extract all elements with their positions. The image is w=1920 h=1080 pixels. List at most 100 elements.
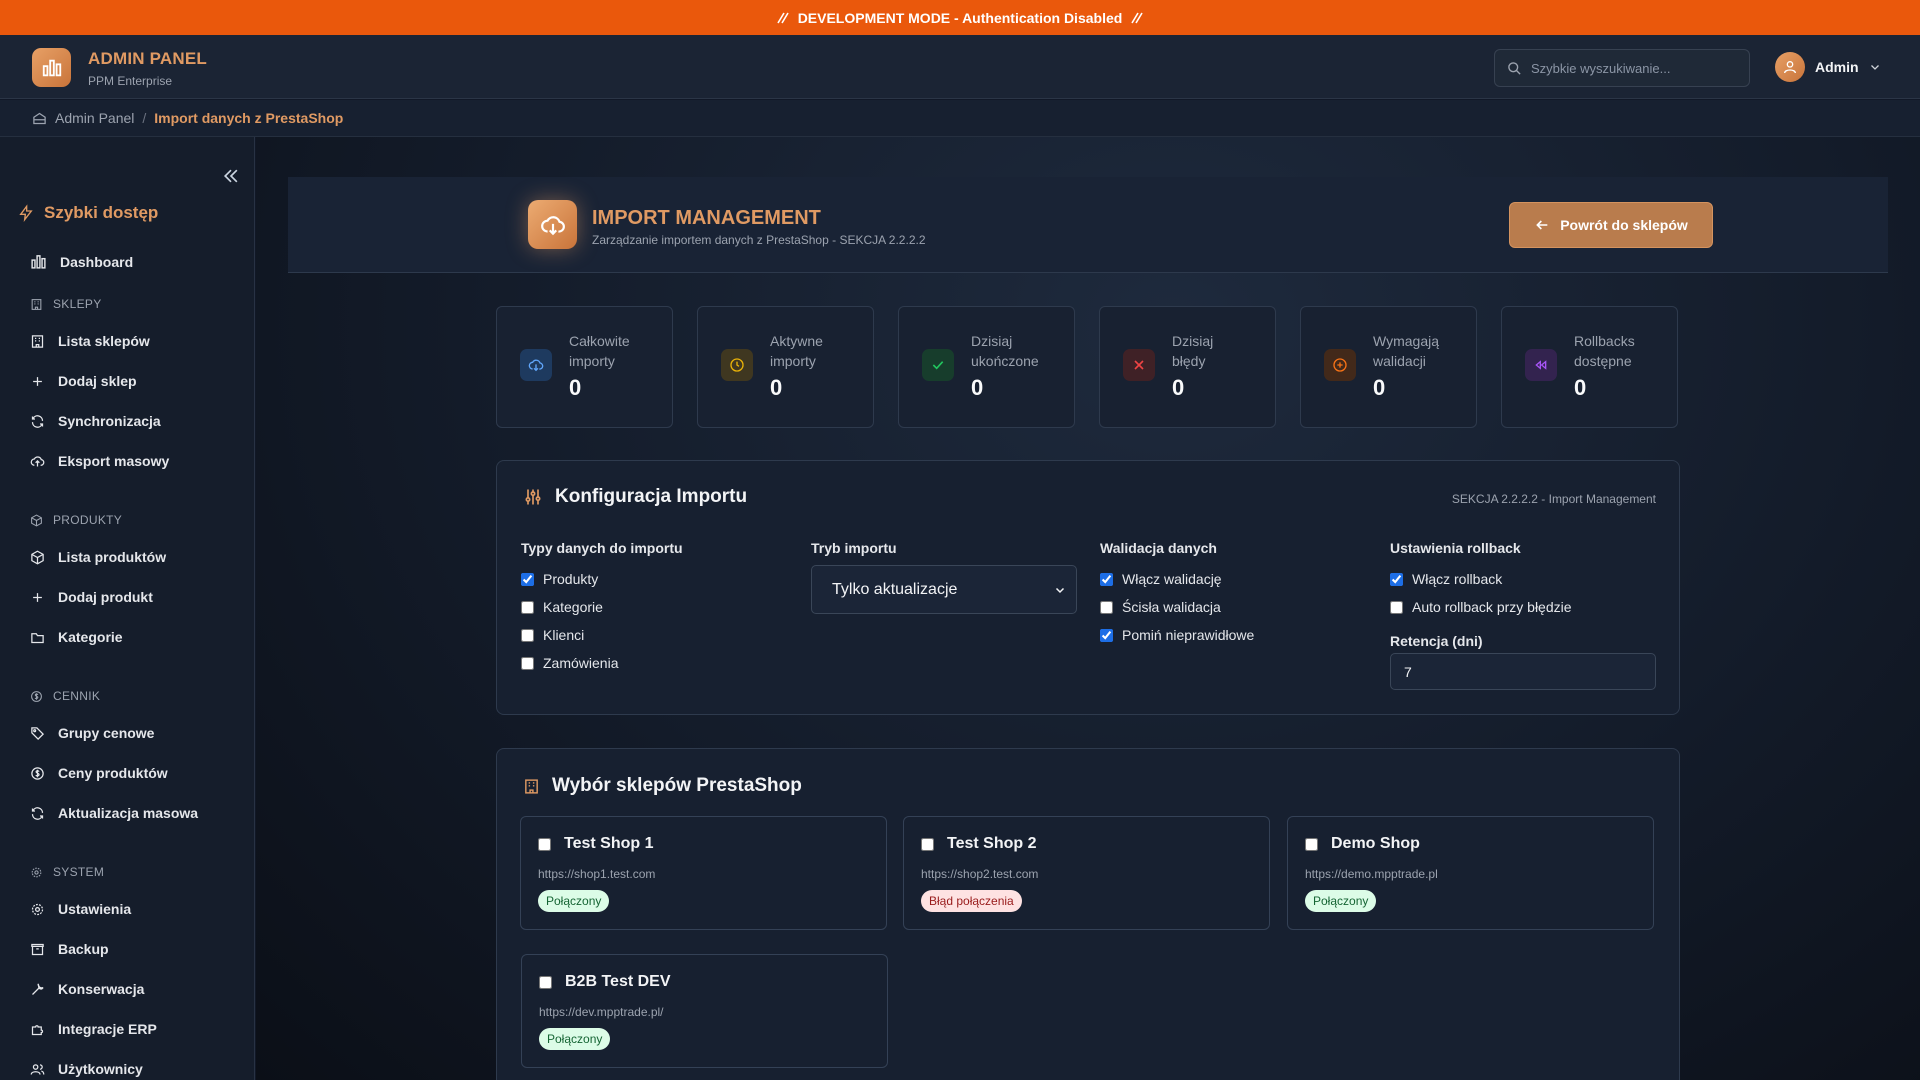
stat-card-needs-validation: Wymagają walidacji 0 <box>1300 306 1477 428</box>
sidebar-section-system: SYSTEM <box>30 865 104 879</box>
page-icon <box>528 200 577 249</box>
sidebar-item-users[interactable]: Użytkownicy <box>30 1061 143 1077</box>
status-badge: Połączony <box>539 1028 611 1050</box>
checkbox-enable-validation[interactable]: Włącz walidację <box>1100 571 1222 587</box>
shop-select-checkbox[interactable] <box>538 837 551 851</box>
shop-select-checkbox[interactable] <box>539 975 552 989</box>
sidebar-item-label: Konserwacja <box>58 981 145 997</box>
config-section-tag: SEKCJA 2.2.2.2 - Import Management <box>1451 492 1656 506</box>
customers-checkbox[interactable] <box>521 628 534 642</box>
products-checkbox[interactable] <box>521 572 534 586</box>
user-name[interactable]: Admin <box>1815 59 1859 75</box>
shop-card-demo-shop[interactable]: Demo Shop https://demo.mpptrade.pl Połąc… <box>1287 816 1654 930</box>
bar-chart-icon <box>31 255 46 269</box>
shop-name[interactable]: B2B Test DEV <box>539 973 671 991</box>
building-icon <box>525 778 538 794</box>
back-button-label: Powrót do sklepów <box>1560 217 1688 233</box>
checkbox-products[interactable]: Produkty <box>521 571 598 587</box>
shop-select-checkbox[interactable] <box>1305 837 1318 851</box>
checkbox-skip-invalid[interactable]: Pomiń nieprawidłowe <box>1100 627 1254 643</box>
shop-select-checkbox[interactable] <box>921 837 934 851</box>
shop-name[interactable]: Demo Shop <box>1305 835 1420 853</box>
sidebar-item-bulk-update[interactable]: Aktualizacja masowa <box>30 805 198 821</box>
checkbox-label: Kategorie <box>543 599 603 615</box>
stat-label: Dzisiaj błędy <box>1172 333 1214 369</box>
shop-card-b2b-test-dev[interactable]: B2B Test DEV https://dev.mpptrade.pl/ Po… <box>521 954 888 1068</box>
refresh-icon <box>31 414 44 428</box>
checkbox-enable-rollback[interactable]: Włącz rollback <box>1390 571 1502 587</box>
shop-name-label: Test Shop 1 <box>564 835 654 852</box>
sidebar-section-products: PRODUKTY <box>30 513 122 527</box>
quick-search[interactable] <box>1494 49 1750 87</box>
config-panel-title: Konfiguracja Importu <box>523 486 747 508</box>
page-header: IMPORT MANAGEMENT Zarządzanie importem d… <box>288 177 1888 273</box>
auto-rollback-checkbox[interactable] <box>1390 600 1403 614</box>
shop-url: https://shop2.test.com <box>921 867 1039 881</box>
shop-card-test-shop-2[interactable]: Test Shop 2 https://shop2.test.com Błąd … <box>903 816 1270 930</box>
sidebar-item-sync[interactable]: Synchronizacja <box>30 413 161 429</box>
stat-value: 0 <box>770 375 783 400</box>
sidebar-item-maintenance[interactable]: Konserwacja <box>30 981 144 997</box>
sidebar-section-shops: SKLEPY <box>30 297 102 311</box>
clock-icon <box>730 358 744 372</box>
sidebar-section-title: CENNIK <box>53 689 101 703</box>
cube-icon <box>31 550 44 564</box>
stat-value: 0 <box>569 375 582 400</box>
status-badge: Połączony <box>538 890 610 912</box>
shop-name[interactable]: Test Shop 2 <box>921 835 1037 853</box>
search-input[interactable] <box>1531 60 1731 76</box>
sidebar-item-categories[interactable]: Kategorie <box>30 629 123 645</box>
import-mode-select[interactable]: Tylko aktualizacje <box>811 565 1077 614</box>
sidebar-item-label: Kategorie <box>58 629 123 645</box>
shop-name[interactable]: Test Shop 1 <box>538 835 654 853</box>
breadcrumb-root-link[interactable]: Admin Panel <box>55 110 134 126</box>
retention-days-input[interactable] <box>1390 653 1656 690</box>
warning-stripes-icon <box>777 12 789 23</box>
enable-rollback-checkbox[interactable] <box>1390 572 1403 586</box>
checkbox-orders[interactable]: Zamówienia <box>521 655 618 671</box>
shop-card-test-shop-1[interactable]: Test Shop 1 https://shop1.test.com Połąc… <box>520 816 887 930</box>
dev-mode-text: DEVELOPMENT MODE - Authentication Disabl… <box>797 9 1123 26</box>
strict-validation-checkbox[interactable] <box>1100 600 1113 614</box>
categories-checkbox[interactable] <box>521 600 534 614</box>
checkbox-categories[interactable]: Kategorie <box>521 599 603 615</box>
sidebar-item-add-shop[interactable]: Dodaj sklep <box>30 373 137 389</box>
stat-label: Całkowite importy <box>569 333 630 369</box>
enable-validation-checkbox[interactable] <box>1100 572 1113 586</box>
types-heading: Typy danych do importu <box>521 540 683 556</box>
avatar[interactable] <box>1775 52 1805 82</box>
building-icon <box>31 298 42 310</box>
checkbox-auto-rollback[interactable]: Auto rollback przy błędzie <box>1390 599 1572 615</box>
back-to-shops-button[interactable]: Powrót do sklepów <box>1509 202 1713 248</box>
cloud-download-icon <box>528 359 544 372</box>
search-icon <box>1508 61 1521 75</box>
orders-checkbox[interactable] <box>521 656 534 670</box>
sidebar-item-dashboard[interactable]: Dashboard <box>30 253 133 270</box>
puzzle-icon <box>31 1024 44 1035</box>
stat-icon-box <box>922 349 954 381</box>
stat-label: Dzisiaj ukończone <box>971 333 1039 369</box>
user-menu[interactable]: Admin <box>1775 52 1881 82</box>
stat-label: Rollbacks dostępne <box>1574 333 1635 369</box>
sidebar-item-label: Ustawienia <box>58 901 132 917</box>
sidebar-item-erp-integrations[interactable]: Integracje ERP <box>30 1021 157 1037</box>
sidebar-item-product-list[interactable]: Lista produktów <box>30 549 166 565</box>
user-icon <box>1784 60 1796 74</box>
sidebar-item-shop-list[interactable]: Lista sklepów <box>30 333 150 349</box>
skip-invalid-checkbox[interactable] <box>1100 628 1113 642</box>
sidebar-item-label: Backup <box>58 941 109 957</box>
checkbox-strict-validation[interactable]: Ścisła walidacja <box>1100 599 1221 615</box>
sidebar-item-price-groups[interactable]: Grupy cenowe <box>30 725 154 741</box>
sidebar-item-product-prices[interactable]: Ceny produktów <box>30 765 168 781</box>
sidebar-item-label: Dashboard <box>60 253 134 270</box>
sidebar-item-bulk-export[interactable]: Eksport masowy <box>30 453 169 469</box>
sidebar-item-add-product[interactable]: Dodaj produkt <box>30 589 153 605</box>
checkbox-customers[interactable]: Klienci <box>521 627 584 643</box>
sidebar-item-backup[interactable]: Backup <box>30 941 109 957</box>
collapse-sidebar-icon[interactable] <box>221 166 241 186</box>
sidebar-section-title: SYSTEM <box>53 865 105 879</box>
sidebar-item-settings[interactable]: Ustawienia <box>30 901 131 917</box>
app-logo[interactable] <box>32 48 71 87</box>
shop-name-label: B2B Test DEV <box>565 973 671 990</box>
chevron-down-icon[interactable] <box>1869 61 1881 73</box>
